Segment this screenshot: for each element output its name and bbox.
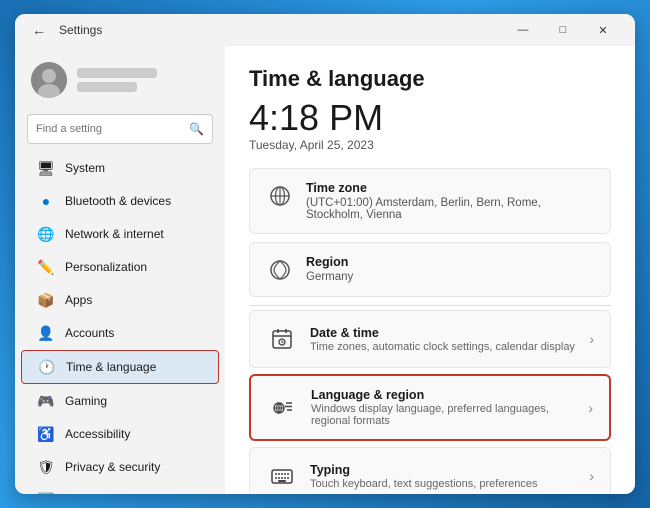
apps-icon: 📦 [37,291,55,309]
typing-chevron: › [589,468,594,484]
language-region-desc: Windows display language, preferred lang… [311,403,576,427]
personalization-icon: ✏️ [37,258,55,276]
date-time-label: Date & time [310,326,577,340]
sidebar-item-gaming[interactable]: 🎮 Gaming [21,385,219,417]
sidebar-item-gaming-label: Gaming [65,394,107,408]
page-title: Time & language [249,66,611,92]
maximize-button[interactable]: □ [543,16,583,44]
language-region-icon [267,392,299,424]
window-controls: — □ ✕ [503,16,623,44]
avatar-icon [31,62,67,98]
sidebar-item-time-language-label: Time & language [66,360,156,374]
region-info: Region Germany [306,255,594,283]
search-input[interactable] [36,123,183,135]
network-icon: 🌐 [37,225,55,243]
sidebar-item-bluetooth-label: Bluetooth & devices [65,194,171,208]
timezone-icon [266,182,294,210]
time-language-icon: 🕐 [38,358,56,376]
minimize-button[interactable]: — [503,16,543,44]
title-bar: ← Settings — □ ✕ [15,14,635,46]
privacy-icon: 🛡 [37,458,55,476]
accessibility-icon: ♿ [37,425,55,443]
typing-desc: Touch keyboard, text suggestions, prefer… [310,478,577,490]
gaming-icon: 🎮 [37,392,55,410]
settings-window: ← Settings — □ ✕ [15,14,635,494]
typing-label: Typing [310,463,577,477]
date-time-text: Date & time Time zones, automatic clock … [310,326,577,353]
user-section [15,54,225,110]
language-region-chevron: › [588,400,593,416]
main-content: Time & language 4:18 PM Tuesday, April 2… [225,46,635,494]
date-time-chevron: › [589,331,594,347]
sidebar-item-system[interactable]: 🖥 System [21,152,219,184]
region-value: Germany [306,271,594,283]
windows-update-icon: 🔄 [37,491,55,494]
sidebar-item-privacy-label: Privacy & security [65,460,160,474]
typing-text: Typing Touch keyboard, text suggestions,… [310,463,577,490]
menu-card-typing[interactable]: Typing Touch keyboard, text suggestions,… [249,447,611,494]
close-button[interactable]: ✕ [583,16,623,44]
avatar [31,62,67,98]
timezone-value: (UTC+01:00) Amsterdam, Berlin, Bern, Rom… [306,197,594,221]
timezone-card: Time zone (UTC+01:00) Amsterdam, Berlin,… [249,168,611,234]
sidebar-item-windows-update[interactable]: 🔄 Windows Update [21,484,219,494]
back-button[interactable]: ← [27,18,51,42]
region-label: Region [306,255,594,269]
menu-card-language-region[interactable]: Language & region Windows display langua… [249,374,611,441]
sidebar-item-accounts-label: Accounts [65,326,114,340]
sidebar-item-network-label: Network & internet [65,227,164,241]
search-icon: 🔍 [189,122,204,136]
bluetooth-icon: ● [37,192,55,210]
sidebar-item-accounts[interactable]: 👤 Accounts [21,317,219,349]
sidebar-item-apps[interactable]: 📦 Apps [21,284,219,316]
timezone-info: Time zone (UTC+01:00) Amsterdam, Berlin,… [306,181,594,221]
sidebar-item-personalization-label: Personalization [65,260,147,274]
window-title: Settings [59,23,102,37]
sidebar-item-apps-label: Apps [65,293,92,307]
current-time: 4:18 PM [249,100,611,136]
region-card: Region Germany [249,242,611,297]
accounts-icon: 👤 [37,324,55,342]
sidebar-item-system-label: System [65,161,105,175]
search-box[interactable]: 🔍 [27,114,213,144]
sidebar-item-bluetooth[interactable]: ● Bluetooth & devices [21,185,219,217]
language-region-text: Language & region Windows display langua… [311,388,576,427]
sidebar-item-privacy[interactable]: 🛡 Privacy & security [21,451,219,483]
window-content: 🔍 🖥 System ● Bluetooth & devices 🌐 Netwo… [15,46,635,494]
region-icon [266,256,294,284]
typing-icon [266,460,298,492]
sidebar-item-time-language[interactable]: 🕐 Time & language [21,350,219,384]
system-icon: 🖥 [37,159,55,177]
sidebar-item-windows-update-label: Windows Update [65,493,156,494]
language-region-label: Language & region [311,388,576,402]
sidebar-item-accessibility-label: Accessibility [65,427,130,441]
current-date: Tuesday, April 25, 2023 [249,138,611,152]
sidebar-item-network[interactable]: 🌐 Network & internet [21,218,219,250]
date-time-desc: Time zones, automatic clock settings, ca… [310,341,577,353]
timezone-label: Time zone [306,181,594,195]
sidebar-item-accessibility[interactable]: ♿ Accessibility [21,418,219,450]
sidebar-item-personalization[interactable]: ✏️ Personalization [21,251,219,283]
user-name-placeholder [77,68,157,92]
title-bar-left: ← Settings [27,18,495,42]
sidebar: 🔍 🖥 System ● Bluetooth & devices 🌐 Netwo… [15,46,225,494]
divider-1 [249,305,611,306]
date-time-icon [266,323,298,355]
menu-card-date-time[interactable]: Date & time Time zones, automatic clock … [249,310,611,368]
